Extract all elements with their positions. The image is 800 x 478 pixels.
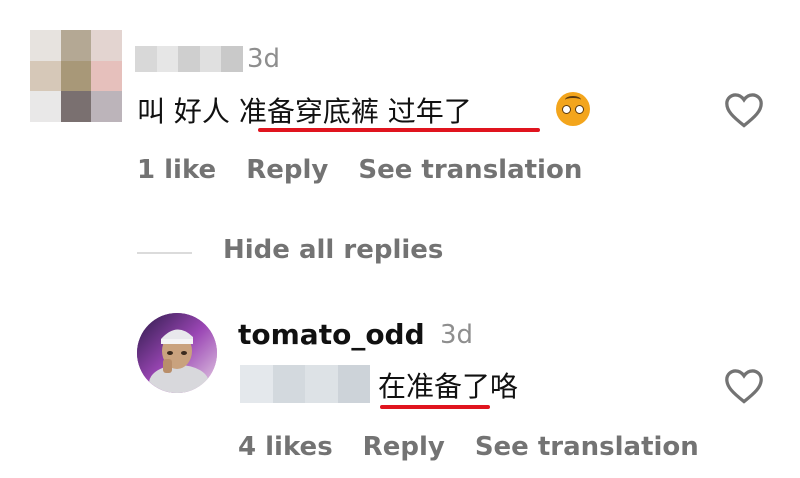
reply-text: 在准备了咯 <box>378 370 519 403</box>
mention-redacted[interactable] <box>240 365 370 403</box>
hide-replies-button[interactable]: Hide all replies <box>223 235 443 265</box>
reply-button[interactable]: Reply <box>246 155 328 185</box>
reply-like-count[interactable]: 4 likes <box>238 432 333 462</box>
comment-timestamp: 3d <box>247 44 281 74</box>
like-count[interactable]: 1 like <box>137 155 216 185</box>
reply-like-heart-icon[interactable] <box>724 368 764 404</box>
comment-actions: 1 like Reply See translation <box>137 155 612 185</box>
like-heart-icon[interactable] <box>724 92 764 128</box>
see-translation-button[interactable]: See translation <box>358 155 582 185</box>
reply-highlight-underline <box>380 405 490 409</box>
comment-text-prefix: 叫 好人 <box>137 95 239 128</box>
reply-timestamp: 3d <box>440 320 474 350</box>
username-redacted[interactable] <box>135 46 243 72</box>
reply-reply-button[interactable]: Reply <box>363 432 445 462</box>
reply-username[interactable]: tomato_odd <box>238 318 425 351</box>
profile-photo-icon <box>137 313 217 393</box>
avatar-tomato-odd[interactable] <box>137 313 217 393</box>
avatar-pixelated[interactable] <box>30 30 122 122</box>
highlight-underline <box>258 128 540 132</box>
reply-actions: 4 likes Reply See translation <box>238 432 729 462</box>
comment-text-highlight: 准备穿底裤 过年了 <box>238 95 472 128</box>
comment-text: 叫 好人 准备穿底裤 过年了 <box>137 90 472 130</box>
replies-divider <box>137 252 192 254</box>
reply-see-translation-button[interactable]: See translation <box>475 432 699 462</box>
flushed-face-emoji-icon <box>556 92 590 126</box>
